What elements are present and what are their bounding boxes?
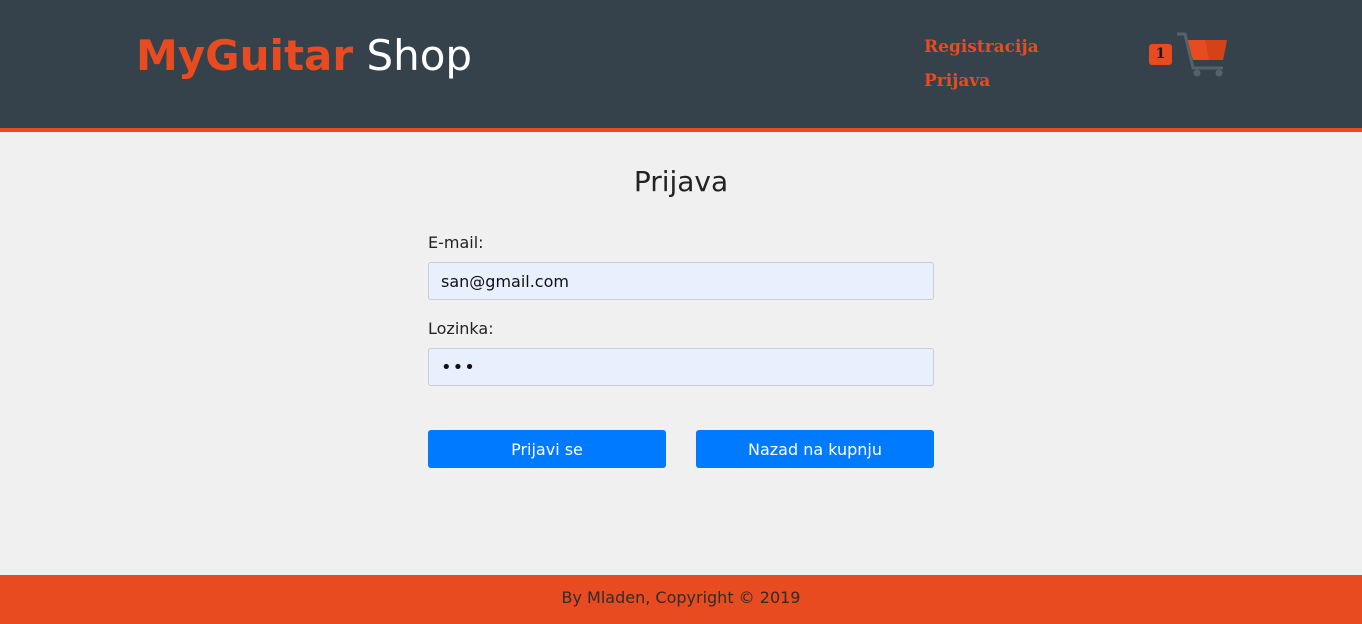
site-footer: By Mladen, Copyright © 2019	[0, 575, 1362, 624]
email-label: E-mail:	[428, 233, 484, 252]
email-field[interactable]	[428, 262, 934, 300]
nav-login-link[interactable]: Prijava	[924, 71, 990, 91]
page-title: Prijava	[633, 165, 729, 198]
logo-brand: MyGuitar	[136, 31, 354, 80]
footer-copyright: By Mladen, Copyright © 2019	[561, 588, 801, 607]
password-label: Lozinka:	[428, 319, 494, 338]
cart-count-badge: 1	[1149, 44, 1172, 65]
site-header: MyGuitar Shop Registracija Prijava 1	[0, 0, 1362, 132]
password-field[interactable]	[428, 348, 934, 386]
logo-shop: Shop	[366, 31, 473, 80]
site-logo[interactable]: MyGuitar Shop	[136, 30, 472, 82]
shopping-cart-icon[interactable]	[1175, 32, 1229, 78]
back-to-shop-button[interactable]: Nazad na kupnju	[696, 430, 934, 468]
login-button[interactable]: Prijavi se	[428, 430, 666, 468]
nav-register-link[interactable]: Registracija	[924, 37, 1039, 57]
